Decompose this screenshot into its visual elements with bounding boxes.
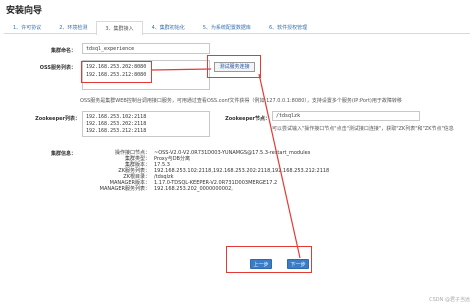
- tab-license[interactable]: 1、许可协议: [4, 20, 50, 34]
- oss-line-1: 192.168.253.202:8080: [86, 64, 147, 70]
- next-step-button[interactable]: 下一步: [287, 259, 309, 269]
- tab-db-config[interactable]: 5、为系统配置数据库: [194, 20, 260, 34]
- cluster-name-label: 集群命名：: [50, 48, 76, 54]
- tab-env-check[interactable]: 2、环境检测: [50, 20, 96, 34]
- tab-license-manage[interactable]: 6、软件授权管理: [260, 20, 316, 34]
- oss-line-2: 192.168.253.212:8080: [86, 72, 147, 78]
- oss-list-textarea[interactable]: 192.168.253.202:8080 192.168.253.212:808…: [82, 60, 210, 90]
- zk-node-label: Zookeeper节点：: [225, 116, 270, 122]
- zk-line-2: 192.168.253.202:2118: [86, 121, 147, 127]
- prev-step-button[interactable]: 上一步: [250, 259, 272, 269]
- cluster-info-table: 操作接口节点： ~OSS-V2.0-V2.0R731D003-YUNAMGS@17…: [54, 150, 330, 192]
- cluster-name-input[interactable]: tdsql_experience: [82, 43, 210, 54]
- info-value: 192.168.253.102:2118,192.168.253.202:211…: [154, 168, 330, 174]
- info-row: MANAGER服务列表： 192.168.253.202_0000000002,: [54, 186, 329, 192]
- zk-list-textarea[interactable]: 192.168.253.102:2118 192.168.253.202:211…: [82, 111, 210, 137]
- oss-hint-text: OSS服务是集群WEB控制台调用接口服务，可用通过查看OSS.conf文件获得（…: [80, 98, 402, 104]
- test-service-button[interactable]: 测试服务连接: [214, 62, 255, 72]
- tab-cluster-access[interactable]: 3、集群接入: [96, 21, 143, 35]
- info-key: MANAGER服务列表：: [99, 186, 150, 192]
- zk-node-input[interactable]: /tdsqlzk: [272, 111, 420, 121]
- zk-line-3: 192.168.253.212:2118: [86, 128, 147, 134]
- zk-list-label: Zookeeper列表：: [35, 116, 80, 122]
- wizard-tabs: 1、许可协议 2、环境检测 3、集群接入 4、集群初始化 5、为系统配置数据库 …: [4, 20, 470, 35]
- page-title: 安装向导: [6, 6, 43, 16]
- tab-cluster-init[interactable]: 4、集群初始化: [143, 20, 194, 34]
- watermark: CSDN @君子当远: [429, 297, 470, 303]
- zk-node-hint: 可以尝试输入"操作接口节点"点击"测试接口连接"，获取"ZK列表"和"ZK节点"…: [272, 126, 454, 132]
- zk-line-1: 192.168.253.102:2118: [86, 114, 147, 120]
- info-value: 192.168.253.202_0000000002,: [154, 186, 233, 192]
- oss-list-label: OSS服务列表：: [39, 65, 76, 71]
